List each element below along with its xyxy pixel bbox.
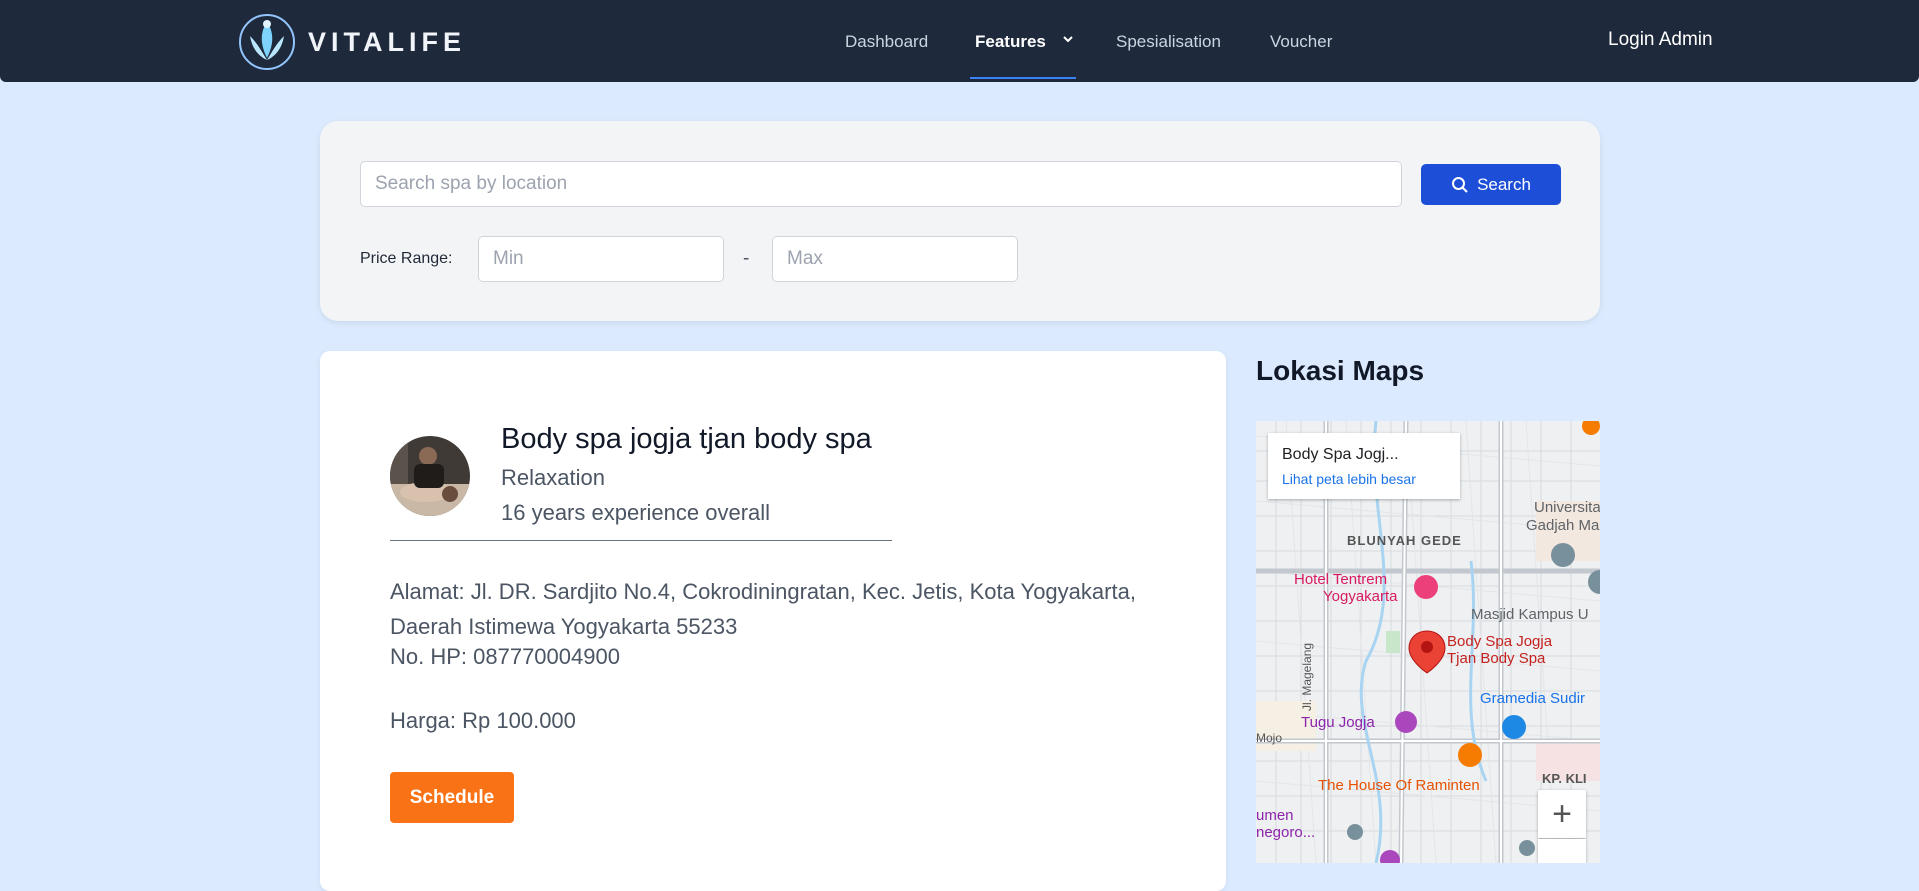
larger-map-link[interactable]: Lihat peta lebih besar — [1282, 471, 1416, 487]
brand-logo[interactable]: VITALIFE — [238, 14, 466, 70]
embedded-map[interactable]: Body Spa Jogj... Lihat peta lebih besar … — [1256, 421, 1600, 863]
spa-price: Harga: Rp 100.000 — [390, 708, 576, 733]
price-min-input[interactable] — [478, 236, 724, 282]
login-admin-link[interactable]: Login Admin — [1608, 29, 1713, 51]
search-panel: Search Price Range: - — [320, 121, 1600, 321]
map-label-mojo: Mojo — [1256, 731, 1283, 745]
nav-features[interactable]: Features — [975, 32, 1075, 52]
map-label-gramedia: Gramedia Sudir — [1480, 690, 1586, 707]
map-label-kpkli: KP. KLI — [1542, 771, 1587, 786]
nav-voucher[interactable]: Voucher — [1270, 32, 1332, 52]
map-label-blunyah: BLUNYAH GEDE — [1347, 533, 1462, 548]
spa-avatar — [390, 436, 470, 516]
map-label-umen: umen — [1256, 807, 1294, 824]
spa-name: Body spa jogja tjan body spa — [501, 423, 872, 455]
chevron-down-icon — [1062, 36, 1073, 43]
price-max-input[interactable] — [772, 236, 1018, 282]
active-nav-indicator — [970, 77, 1076, 79]
map-label-negoro: negoro... — [1256, 824, 1316, 841]
price-range-separator: - — [743, 248, 750, 269]
map-label-spa-1: Body Spa Jogja — [1447, 633, 1553, 650]
spa-category: Relaxation — [501, 465, 605, 490]
brand-name: VITALIFE — [308, 26, 466, 57]
map-zoom-out-button[interactable] — [1538, 839, 1586, 863]
nav-dashboard[interactable]: Dashboard — [845, 32, 928, 52]
map-label-magelang: Jl. Magelang — [1300, 642, 1314, 711]
map-label-univ-2: Gadjah Mad — [1526, 517, 1600, 534]
map-label-masjid: Masjid Kampus U — [1471, 606, 1589, 623]
map-zoom-in-button[interactable]: + — [1538, 790, 1586, 838]
spa-experience: 16 years experience overall — [501, 500, 771, 525]
spa-phone: No. HP: 087770004900 — [390, 644, 620, 669]
maps-title: Lokasi Maps — [1256, 355, 1425, 386]
spa-card: Body spa jogja tjan body spa Relaxation … — [320, 351, 1226, 891]
spa-address: Alamat: Jl. DR. Sardjito No.4, Cokrodini… — [390, 579, 1136, 639]
map-label-hotel-1: Hotel Tentrem — [1294, 571, 1388, 588]
map-label-raminten: The House Of Raminten — [1318, 777, 1480, 794]
search-icon — [1452, 176, 1468, 193]
map-label-tugu: Tugu Jogja — [1301, 714, 1375, 731]
map-place-title: Body Spa Jogj... — [1282, 446, 1399, 463]
map-label-hotel-2: Yogyakarta — [1323, 588, 1398, 605]
map-label-univ-1: Universitas — [1534, 499, 1600, 516]
search-button-label: Search — [1477, 174, 1531, 194]
search-input[interactable] — [360, 161, 1402, 207]
top-navbar: VITALIFE Dashboard Features Spesialisati… — [0, 0, 1919, 82]
schedule-button[interactable]: Schedule — [390, 772, 514, 823]
search-button[interactable]: Search — [1421, 164, 1561, 205]
nav-features-label: Features — [975, 32, 1046, 51]
map-info-box: Body Spa Jogj... Lihat peta lebih besar — [1268, 433, 1460, 499]
lotus-icon — [239, 14, 295, 70]
map-label-spa-2: Tjan Body Spa — [1447, 650, 1546, 667]
price-range-label: Price Range: — [360, 250, 453, 267]
nav-spesialisation[interactable]: Spesialisation — [1116, 32, 1221, 52]
card-divider — [390, 540, 892, 541]
